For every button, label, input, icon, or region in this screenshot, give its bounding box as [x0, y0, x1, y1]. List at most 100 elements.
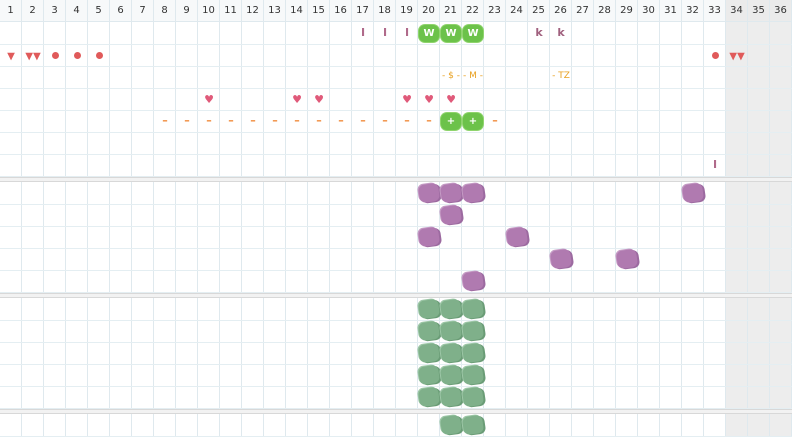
heart-icon[interactable]: ♥ [291, 94, 303, 106]
k-marker[interactable]: k [554, 27, 568, 39]
dash-marker[interactable]: – [181, 115, 193, 127]
heart-icon[interactable]: ♥ [313, 94, 325, 106]
column-header-15[interactable]: 15 [308, 0, 330, 22]
drop-icon[interactable]: ▲▲ [729, 50, 745, 62]
dash-marker[interactable]: – [401, 115, 413, 127]
column-header-3[interactable]: 3 [44, 0, 66, 22]
annotation-label[interactable]: - M - [459, 72, 487, 82]
purple-block[interactable] [505, 226, 529, 248]
column-header-28[interactable]: 28 [594, 0, 616, 22]
green-block[interactable] [439, 320, 463, 342]
bar-marker[interactable]: I [356, 27, 370, 39]
circle-marker[interactable] [51, 51, 59, 59]
dash-marker[interactable]: – [357, 115, 369, 127]
w-badge[interactable]: W [441, 24, 461, 42]
dash-marker[interactable]: – [291, 115, 303, 127]
green-block[interactable] [461, 342, 485, 364]
bar-marker[interactable]: I [378, 27, 392, 39]
green-block[interactable] [439, 298, 463, 320]
column-header-8[interactable]: 8 [154, 0, 176, 22]
column-header-6[interactable]: 6 [110, 0, 132, 22]
plus-badge[interactable]: + [463, 112, 483, 130]
green-block[interactable] [417, 364, 441, 386]
column-header-26[interactable]: 26 [550, 0, 572, 22]
dash-marker[interactable]: – [335, 115, 347, 127]
green-block[interactable] [461, 298, 485, 320]
green-block[interactable] [461, 414, 485, 436]
purple-block[interactable] [417, 226, 441, 248]
dash-marker[interactable]: – [313, 115, 325, 127]
column-header-5[interactable]: 5 [88, 0, 110, 22]
column-header-9[interactable]: 9 [176, 0, 198, 22]
dash-marker[interactable]: – [225, 115, 237, 127]
purple-block[interactable] [681, 182, 705, 204]
heart-icon[interactable]: ♥ [203, 94, 215, 106]
dash-marker[interactable]: – [203, 115, 215, 127]
w-badge[interactable]: W [463, 24, 483, 42]
heart-icon[interactable]: ♥ [445, 94, 457, 106]
drop-icon[interactable]: ▲ [6, 50, 16, 62]
column-header-29[interactable]: 29 [616, 0, 638, 22]
column-header-2[interactable]: 2 [22, 0, 44, 22]
circle-marker[interactable] [711, 51, 719, 59]
green-block[interactable] [417, 298, 441, 320]
column-header-10[interactable]: 10 [198, 0, 220, 22]
column-header-33[interactable]: 33 [704, 0, 726, 22]
bar-marker[interactable]: I [708, 159, 722, 171]
column-header-32[interactable]: 32 [682, 0, 704, 22]
heart-icon[interactable]: ♥ [401, 94, 413, 106]
column-header-21[interactable]: 21 [440, 0, 462, 22]
green-block[interactable] [461, 364, 485, 386]
column-header-17[interactable]: 17 [352, 0, 374, 22]
drop-icon[interactable]: ▲▲ [25, 50, 41, 62]
plus-badge[interactable]: + [441, 112, 461, 130]
column-header-14[interactable]: 14 [286, 0, 308, 22]
column-header-16[interactable]: 16 [330, 0, 352, 22]
column-header-11[interactable]: 11 [220, 0, 242, 22]
column-header-36[interactable]: 36 [770, 0, 792, 22]
column-header-27[interactable]: 27 [572, 0, 594, 22]
dash-marker[interactable]: – [489, 115, 501, 127]
circle-marker[interactable] [73, 51, 81, 59]
column-header-23[interactable]: 23 [484, 0, 506, 22]
purple-block[interactable] [615, 248, 639, 270]
column-header-19[interactable]: 19 [396, 0, 418, 22]
column-header-13[interactable]: 13 [264, 0, 286, 22]
column-header-24[interactable]: 24 [506, 0, 528, 22]
purple-block[interactable] [417, 182, 441, 204]
column-header-7[interactable]: 7 [132, 0, 154, 22]
green-block[interactable] [439, 414, 463, 436]
green-block[interactable] [439, 386, 463, 408]
dash-marker[interactable]: – [269, 115, 281, 127]
green-block[interactable] [439, 364, 463, 386]
column-header-22[interactable]: 22 [462, 0, 484, 22]
green-block[interactable] [439, 342, 463, 364]
k-marker[interactable]: k [532, 27, 546, 39]
green-block[interactable] [417, 386, 441, 408]
w-badge[interactable]: W [419, 24, 439, 42]
green-block[interactable] [417, 342, 441, 364]
dash-marker[interactable]: – [379, 115, 391, 127]
column-header-30[interactable]: 30 [638, 0, 660, 22]
column-header-25[interactable]: 25 [528, 0, 550, 22]
column-header-20[interactable]: 20 [418, 0, 440, 22]
dash-marker[interactable]: – [247, 115, 259, 127]
purple-block[interactable] [461, 270, 485, 292]
dash-marker[interactable]: – [423, 115, 435, 127]
green-block[interactable] [461, 320, 485, 342]
bar-marker[interactable]: I [400, 27, 414, 39]
purple-block[interactable] [461, 182, 485, 204]
circle-marker[interactable] [95, 51, 103, 59]
annotation-label[interactable]: - TZ [547, 72, 575, 82]
column-header-1[interactable]: 1 [0, 0, 22, 22]
column-header-34[interactable]: 34 [726, 0, 748, 22]
green-block[interactable] [417, 320, 441, 342]
purple-block[interactable] [549, 248, 573, 270]
dash-marker[interactable]: – [159, 115, 171, 127]
column-header-12[interactable]: 12 [242, 0, 264, 22]
green-block[interactable] [461, 386, 485, 408]
purple-block[interactable] [439, 204, 463, 226]
column-header-31[interactable]: 31 [660, 0, 682, 22]
column-header-4[interactable]: 4 [66, 0, 88, 22]
heart-icon[interactable]: ♥ [423, 94, 435, 106]
